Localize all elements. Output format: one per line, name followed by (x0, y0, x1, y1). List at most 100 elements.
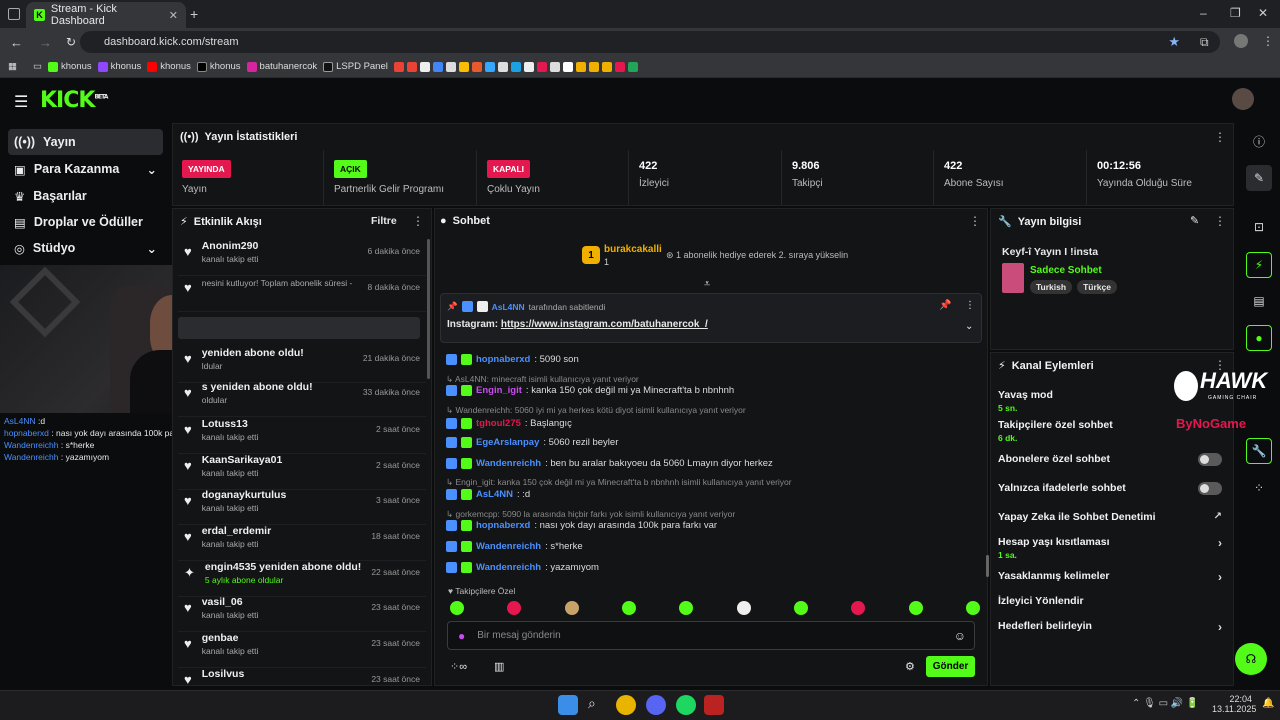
windows-start-icon[interactable] (558, 695, 578, 715)
spotify-icon[interactable] (676, 695, 696, 715)
reload-icon[interactable]: ↻ (66, 35, 76, 49)
maximize-icon[interactable]: ❐ (1230, 6, 1241, 20)
pinned-menu-icon[interactable]: ⋮ (965, 300, 975, 311)
activity-item[interactable]: ♥ doganaykurtulus kanalı takip etti 3 saat … (178, 489, 426, 525)
unpin-icon[interactable]: 📌 (939, 300, 951, 311)
activity-item[interactable]: ♥ yeniden abone oldu! ldular 21 dakika önce (178, 347, 426, 383)
chat-message[interactable]: tghoul275: Başlangıç (446, 418, 986, 429)
sidebar-item-para-kazanma[interactable]: ▣ Para Kazanma ⌄ (8, 156, 163, 182)
profile-avatar[interactable] (1234, 34, 1248, 48)
chat-message[interactable]: hopnaberxd: 5090 son (446, 354, 986, 365)
channel-action-item[interactable]: İzleyici Yönlendir (998, 595, 1230, 617)
forward-icon[interactable]: → (39, 35, 52, 50)
hamburger-menu-icon[interactable]: ☰ (14, 92, 28, 112)
lightning-rail-icon[interactable]: ⚡ (1246, 252, 1272, 278)
activity-item[interactable]: ♥ s yeniden abone oldu! oldular 33 dakika ö… (178, 381, 426, 417)
document-icon[interactable]: ▤ (1246, 288, 1272, 314)
mic-icon[interactable]: ● (458, 629, 465, 643)
collapse-icon[interactable]: ⩡ (704, 278, 710, 291)
wrench-rail-icon[interactable]: 🔧 (1246, 438, 1272, 464)
chrome-icon[interactable] (616, 695, 636, 715)
browser-tab[interactable]: K Stream - Kick Dashboard ✕ (26, 2, 186, 28)
apps-rail-icon[interactable]: ⁘ (1246, 475, 1272, 501)
chat-message[interactable]: AsL4NN: :d (446, 489, 986, 500)
sidebar-item-droplar[interactable]: ▤ Droplar ve Ödüller (8, 209, 163, 235)
stream-info-menu-icon[interactable]: ⋮ (1214, 214, 1226, 228)
emoji-icon[interactable]: ☺ (954, 629, 966, 643)
emote-icon[interactable] (793, 601, 808, 615)
activity-item[interactable]: ♥ erdal_erdemir kanalı takip etti 18 saat ö… (178, 525, 426, 561)
channel-action-item[interactable]: Yalnızca ifadelerle sohbet (998, 482, 1230, 504)
activity-item[interactable]: ♥ vasil_06 kanalı takip etti 23 saat önce (178, 596, 426, 632)
channel-action-item[interactable]: Yapay Zeka ile Sohbet Denetimi ↗ (998, 511, 1230, 533)
activity-item[interactable]: ✦ engin4535 yeniden abone oldu! 5 aylık ab… (178, 561, 426, 597)
activity-item[interactable]: ♥ nesini kutluyor! Toplam abonelik süresi… (178, 276, 426, 312)
minimize-icon[interactable]: – (1200, 6, 1207, 20)
chat-username[interactable]: tghoul275 (476, 418, 521, 429)
support-icon[interactable]: ☊ (1235, 643, 1267, 675)
bookmark-youtube[interactable]: khonus (147, 61, 191, 72)
new-tab-icon[interactable]: + (190, 6, 198, 22)
chat-username[interactable]: Wandenreichh (476, 541, 541, 552)
activity-item[interactable]: ♥ Lotuss13 kanalı takip etti 2 saat önce (178, 418, 426, 454)
chat-message[interactable]: Wandenreichh: s*herke (446, 541, 986, 552)
emote-icon[interactable] (736, 601, 751, 615)
toggle-switch[interactable] (1198, 482, 1222, 495)
activity-scrollbar[interactable] (427, 239, 430, 379)
chat-scrollbar[interactable] (986, 555, 989, 577)
address-bar[interactable]: dashboard.kick.com/stream ★ (80, 31, 1220, 53)
emote-icon[interactable] (564, 601, 579, 615)
chat-settings-icon[interactable]: ⚙ (905, 660, 915, 673)
chat-message[interactable]: Wandenreichh: ben bu aralar bakıyoeu da … (446, 458, 986, 469)
info-icon[interactable]: ⓘ (1246, 128, 1272, 154)
category-name[interactable]: Sadece Sohbet (1030, 265, 1102, 276)
tag[interactable]: Türkçe (1077, 280, 1117, 294)
chat-tools-icon[interactable]: ⁘∞ (450, 660, 467, 673)
instagram-link[interactable]: https://www.instagram.com/batuhanercok_/ (501, 319, 708, 330)
chat-message[interactable]: Wandenreichh: yazamıyom (446, 562, 986, 573)
discord-icon[interactable] (646, 695, 666, 715)
chat-rail-icon[interactable]: ● (1246, 325, 1272, 351)
chat-message[interactable]: EgeArslanpay: 5060 rezil beyler (446, 437, 986, 448)
chat-message[interactable]: Engin_igit: kanka 150 çok değil mi ya Mi… (446, 385, 986, 396)
tab-search-icon[interactable] (8, 8, 20, 20)
chat-username[interactable]: Wandenreichh (476, 562, 541, 573)
emote-icon[interactable] (851, 601, 866, 615)
chat-username[interactable]: Engin_igit (476, 385, 522, 396)
chat-input[interactable]: ● Bir mesaj gönderin ☺ (447, 621, 975, 650)
sidebar-item-studyo[interactable]: ◎ Stüdyo ⌄ (8, 235, 163, 261)
apps-icon[interactable]: ▦ (8, 61, 17, 72)
filter-button[interactable]: Filtre (371, 215, 397, 227)
sidebar-item-basarilar[interactable]: ♛ Başarılar (8, 183, 163, 209)
expand-pinned-icon[interactable]: ⌄ (965, 321, 973, 332)
close-window-icon[interactable]: ✕ (1258, 6, 1268, 20)
channel-action-item[interactable]: Hesap yaşı kısıtlaması 1 sa. › (998, 536, 1230, 560)
activity-menu-icon[interactable]: ⋮ (412, 214, 424, 228)
bookmark-x[interactable]: khonus (196, 61, 241, 72)
tray-icons[interactable]: ⌃ 🎙 ▭ 🔊 🔋 (1132, 698, 1199, 709)
bookmark-icons[interactable] (393, 61, 638, 72)
edit-rail-icon[interactable]: ✎ (1246, 165, 1272, 191)
chat-menu-icon[interactable]: ⋮ (969, 214, 981, 228)
top-gifter-name[interactable]: burakcakalli (604, 244, 662, 255)
notification-icon[interactable]: 🔔 (1262, 698, 1274, 709)
tag[interactable]: Turkish (1030, 280, 1073, 294)
back-icon[interactable]: ← (10, 35, 23, 50)
chat-username[interactable]: EgeArslanpay (476, 437, 539, 448)
app-icon[interactable] (704, 695, 724, 715)
chat-username[interactable]: AsL4NN (476, 489, 513, 500)
emote-icon[interactable] (621, 601, 636, 615)
chat-username[interactable]: hopnaberxd (476, 520, 530, 531)
clock[interactable]: 22:04 13.11.2025 (1212, 694, 1256, 714)
chat-message[interactable]: hopnaberxd: nası yok dayı arasında 100k … (446, 520, 986, 531)
stats-menu-icon[interactable]: ⋮ (1214, 130, 1226, 144)
channel-action-item[interactable]: Abonelere özel sohbet (998, 453, 1230, 475)
toggle-switch[interactable] (1198, 453, 1222, 466)
bookmark-lspd[interactable]: LSPD Panel (323, 61, 388, 72)
channel-action-item[interactable]: Yasaklanmış kelimeler › (998, 570, 1230, 592)
bookmark-instagram[interactable]: batuhanercok (246, 61, 317, 72)
store-icon[interactable]: ▥ (494, 660, 504, 673)
emote-icon[interactable] (965, 601, 980, 615)
emote-icon[interactable] (450, 601, 464, 615)
activity-item[interactable]: ♥ KaanSarikaya01 kanalı takip etti 2 saat ö… (178, 454, 426, 490)
